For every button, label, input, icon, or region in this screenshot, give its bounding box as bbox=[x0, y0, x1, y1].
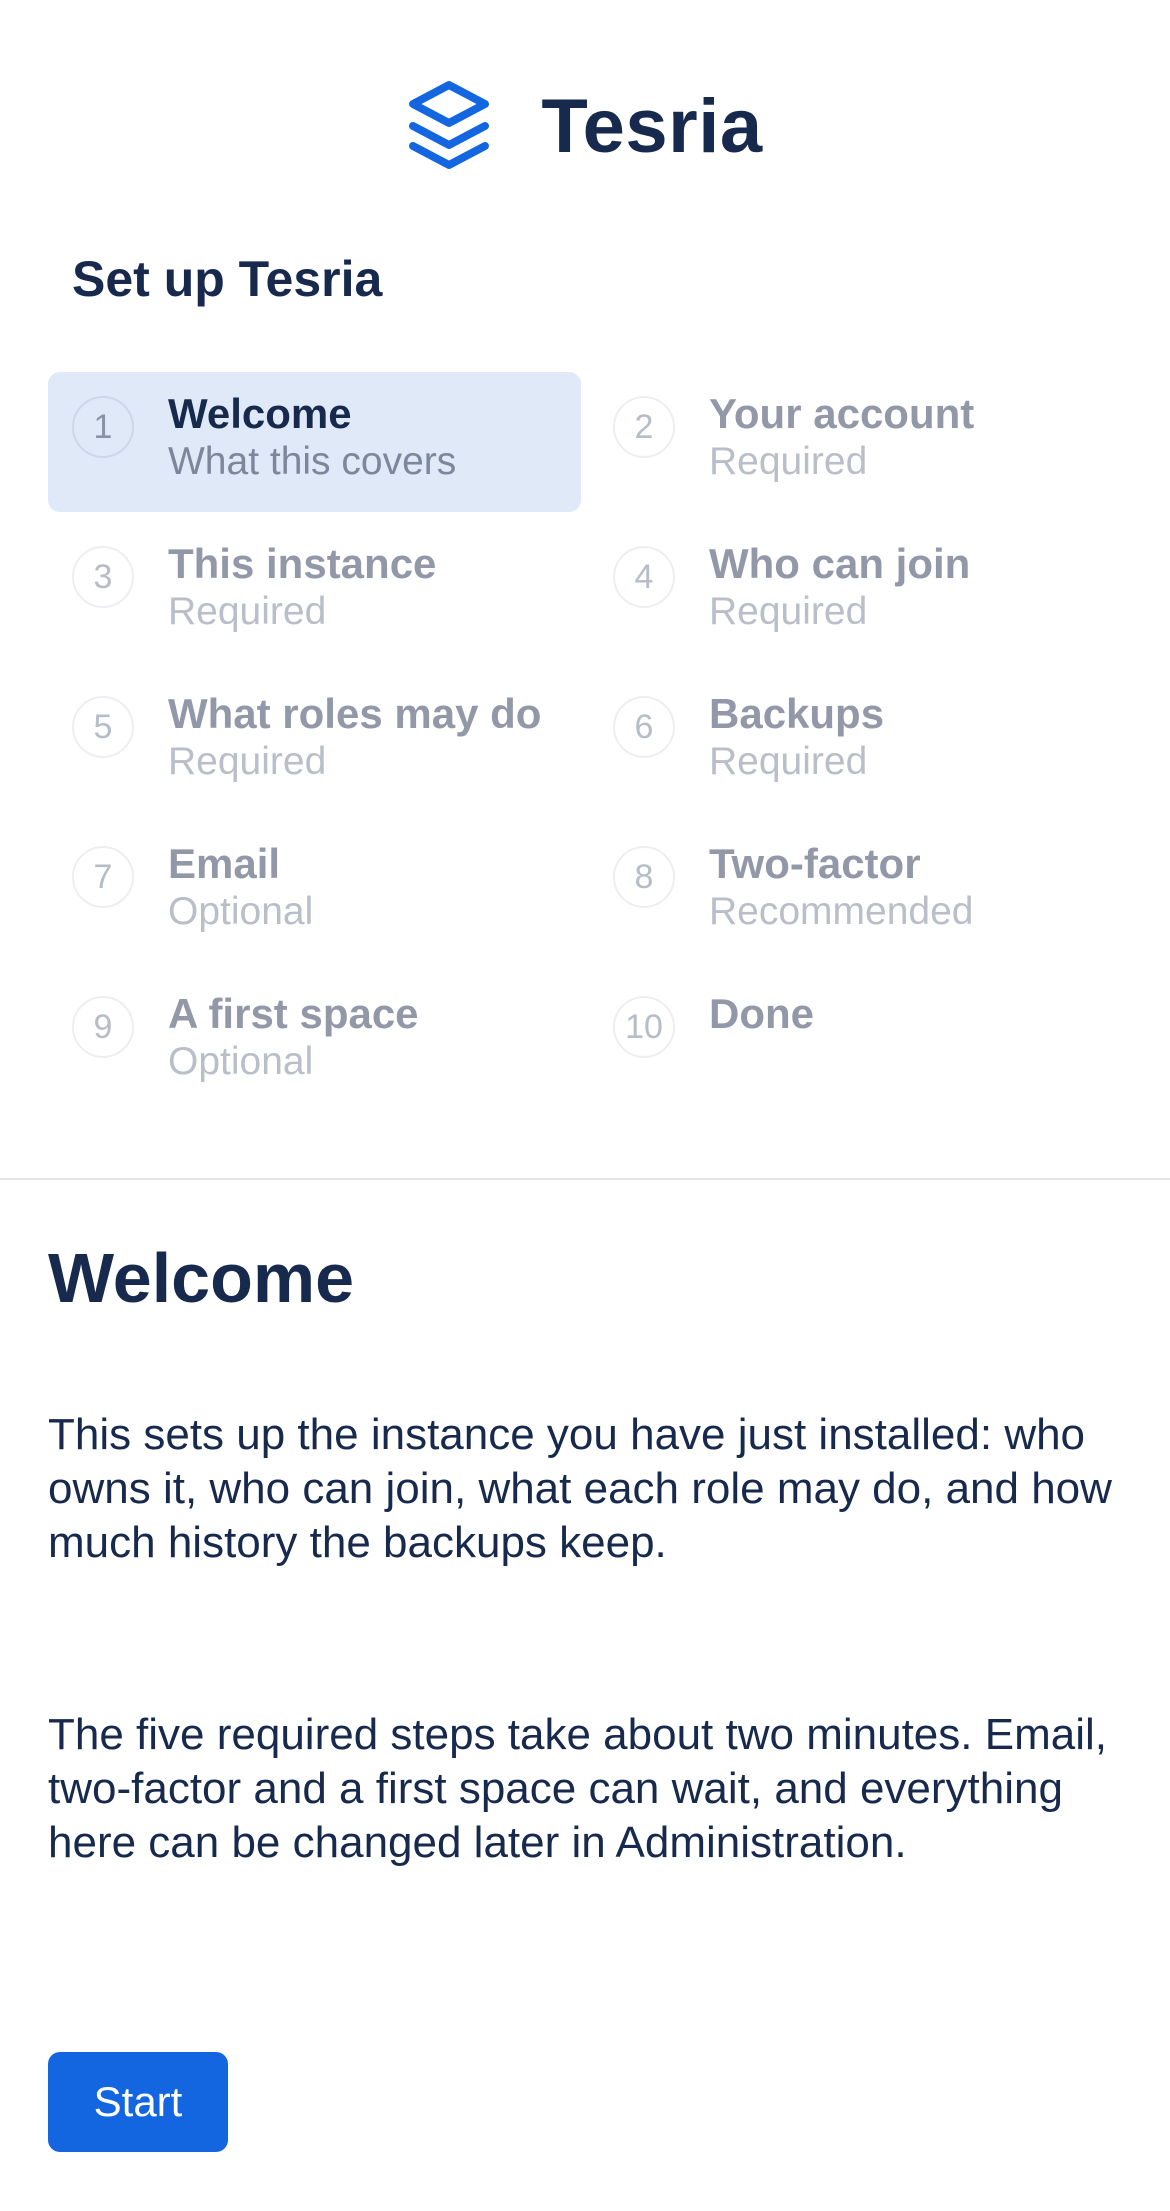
setup-step-item[interactable]: 9 A first space Optional bbox=[48, 972, 581, 1112]
step-title: Who can join bbox=[709, 540, 971, 587]
setup-step-item[interactable]: 6 Backups Required bbox=[589, 672, 1122, 812]
setup-step-item[interactable]: 8 Two-factor Recommended bbox=[589, 822, 1122, 962]
stacked-layers-icon bbox=[409, 81, 490, 169]
setup-step-item[interactable]: 1 Welcome What this covers bbox=[48, 372, 581, 512]
setup-step-item[interactable]: 4 Who can join Required bbox=[589, 522, 1122, 662]
step-title: Done bbox=[709, 990, 814, 1037]
setup-step-item[interactable]: 5 What roles may do Required bbox=[48, 672, 581, 812]
details-paragraph: The five required steps take about two m… bbox=[48, 1710, 1107, 1867]
step-title: This instance bbox=[168, 540, 437, 587]
step-number-badge: 4 bbox=[613, 546, 675, 608]
step-title: Two-factor bbox=[709, 840, 921, 887]
step-number-badge: 9 bbox=[72, 996, 134, 1058]
step-number-badge: 6 bbox=[613, 696, 675, 758]
step-status: Required bbox=[168, 590, 327, 633]
setup-step-item[interactable]: 2 Your account Required bbox=[589, 372, 1122, 512]
step-number-badge: 10 bbox=[613, 996, 675, 1058]
app-header: Tesria bbox=[0, 78, 1170, 174]
step-status: Required bbox=[168, 740, 327, 783]
brand-name: Tesria bbox=[541, 83, 763, 169]
page-title: Welcome bbox=[48, 1239, 355, 1317]
step-title: Your account bbox=[709, 390, 975, 437]
step-number-badge: 1 bbox=[72, 396, 134, 458]
start-button[interactable]: Start bbox=[48, 2052, 228, 2152]
step-title: Backups bbox=[709, 690, 885, 737]
step-title: Welcome bbox=[168, 390, 352, 437]
step-status: Optional bbox=[168, 1040, 314, 1083]
step-status: Required bbox=[709, 440, 868, 483]
step-number-badge: 3 bbox=[72, 546, 134, 608]
step-status: Optional bbox=[168, 890, 314, 933]
step-status: Recommended bbox=[709, 890, 974, 933]
step-status: Required bbox=[709, 740, 868, 783]
step-status: Required bbox=[709, 590, 868, 633]
setup-step-item[interactable]: 7 Email Optional bbox=[48, 822, 581, 962]
step-title: What roles may do bbox=[168, 690, 542, 737]
setup-step-item[interactable]: 10 Done bbox=[589, 972, 1122, 1112]
section-divider bbox=[0, 1178, 1170, 1180]
step-number-badge: 2 bbox=[613, 396, 675, 458]
step-title: A first space bbox=[168, 990, 419, 1037]
step-number-badge: 5 bbox=[72, 696, 134, 758]
step-title: Email bbox=[168, 840, 281, 887]
setup-title: Set up Tesria bbox=[72, 251, 383, 307]
intro-paragraph: This sets up the instance you have just … bbox=[48, 1410, 1112, 1567]
setup-steps-list: 1 Welcome What this covers 2 Your account Req… bbox=[48, 372, 1122, 1120]
step-number-badge: 8 bbox=[613, 846, 675, 908]
step-status: What this covers bbox=[168, 440, 457, 483]
step-number-badge: 7 bbox=[72, 846, 134, 908]
setup-step-item[interactable]: 3 This instance Required bbox=[48, 522, 581, 662]
